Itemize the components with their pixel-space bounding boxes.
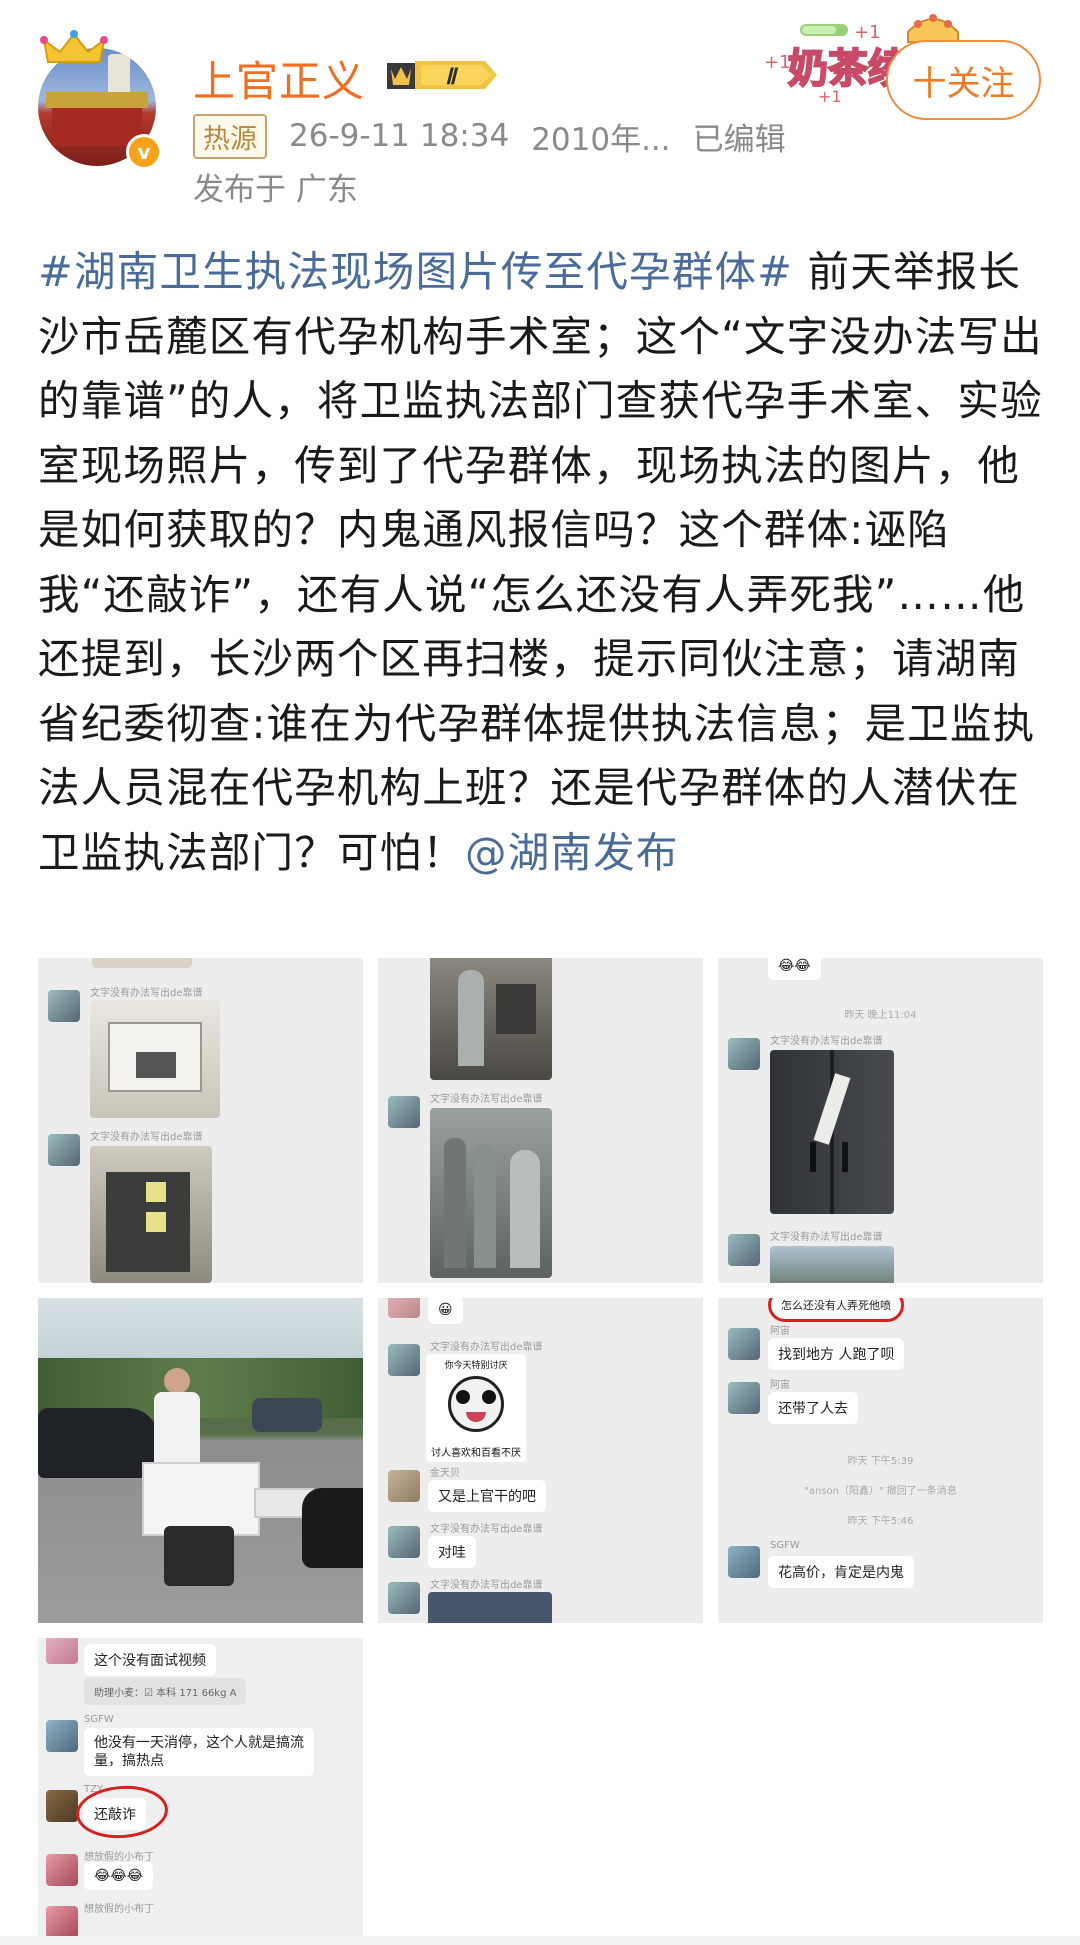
- cylinders-photo: [430, 1108, 552, 1278]
- edited-label[interactable]: 已编辑: [693, 114, 786, 159]
- hot-tag[interactable]: 热源: [193, 113, 267, 159]
- mention-link[interactable]: @湖南发布: [465, 828, 679, 877]
- officer-figure: [154, 1392, 200, 1462]
- username[interactable]: 上官正义: [193, 48, 365, 109]
- lab-photo: [90, 1000, 220, 1118]
- post-image-6[interactable]: 怎么还没有人弄死他喷 阿宙 找到地方 人跑了呗 阿宙 还带了人去 昨天 下午5:…: [718, 1298, 1043, 1623]
- svg-text:+1: +1: [764, 52, 791, 73]
- plus-one-text: +1: [854, 22, 881, 43]
- verified-icon: v: [126, 134, 162, 170]
- sealed-door-photo: [770, 1050, 894, 1214]
- follow-button[interactable]: 十关注: [886, 40, 1041, 120]
- meta-row: 热源 26-9-11 18:34 2010年... 已编辑: [193, 113, 786, 159]
- equipment-photo: [90, 1146, 212, 1283]
- post-image-1[interactable]: 文字没有办法写出de靠谱 文字没有办法写出de靠谱: [38, 958, 363, 1283]
- post-header: v 上官正义 Ⅱ 热源 26-9-11 18:34 2010年... 已编辑 发…: [0, 0, 1080, 220]
- microscope: [164, 1526, 234, 1586]
- gas-cylinder-photo: [430, 958, 552, 1080]
- source[interactable]: 2010年...: [531, 114, 670, 159]
- box-equipment: [142, 1462, 260, 1536]
- post-image-4[interactable]: [38, 1298, 363, 1623]
- location: 发布于 广东: [193, 172, 358, 208]
- hashtag-link[interactable]: #湖南卫生执法现场图片传至代孕群体#: [38, 247, 793, 296]
- crown-icon: [40, 30, 108, 63]
- bottom-divider: [0, 1936, 1080, 1945]
- post-image-2[interactable]: 文字没有办法写出de靠谱: [378, 958, 703, 1283]
- post-image-7[interactable]: 这个没有面试视频 助理小麦：☑ 本科 171 66kg A SGFW 他没有一天…: [38, 1638, 363, 1936]
- car-left: [38, 1408, 158, 1478]
- post-image-5[interactable]: 😀 文字没有办法写出de靠谱 你今天特别讨厌 讨人喜欢和百看不厌 金天贝 又是上…: [378, 1298, 703, 1623]
- level-badge-icon: Ⅱ: [387, 61, 497, 89]
- post-image-3[interactable]: 😂😂 昨天 晚上11:04 文字没有办法写出de靠谱 文字没有办法写出de靠谱: [718, 958, 1043, 1283]
- avatar[interactable]: v: [38, 30, 162, 170]
- post-body: 前天举报长沙市岳麓区有代孕机构手术室；这个“文字没办法写出的靠谱”的人，将卫监执…: [38, 247, 1043, 877]
- post-text: #湖南卫生执法现场图片传至代孕群体# 前天举报长沙市岳麓区有代孕机构手术室；这个…: [38, 240, 1050, 885]
- timestamp: 26-9-11 18:34: [289, 118, 510, 154]
